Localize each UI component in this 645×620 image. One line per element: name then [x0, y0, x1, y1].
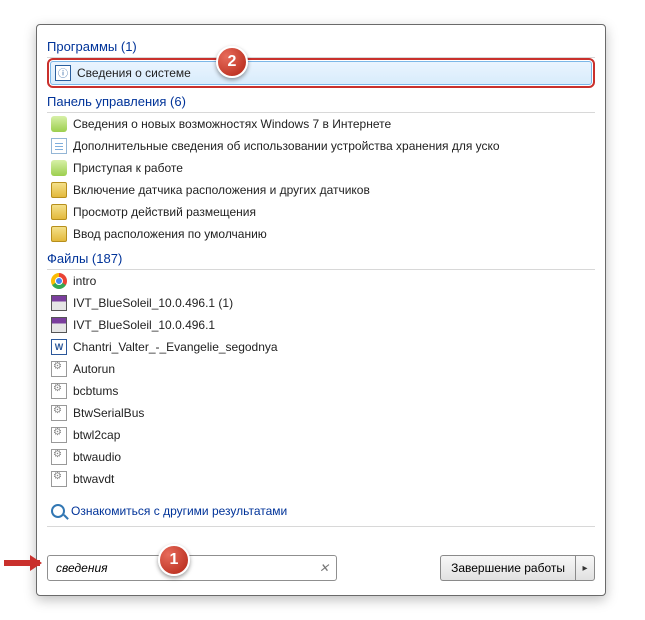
inf-file-icon: [51, 405, 67, 421]
control-panel-item[interactable]: Дополнительные сведения об использовании…: [47, 135, 595, 157]
file-item[interactable]: btwavdt: [47, 468, 595, 490]
item-label: Просмотр действий размещения: [73, 205, 256, 219]
item-label: intro: [73, 274, 96, 288]
file-item[interactable]: Autorun: [47, 358, 595, 380]
file-item[interactable]: bcbtums: [47, 380, 595, 402]
item-label: IVT_BlueSoleil_10.0.496.1 (1): [73, 296, 233, 310]
shutdown-button[interactable]: Завершение работы: [440, 555, 575, 581]
annotation-callout-1: 1: [158, 544, 190, 576]
divider: [47, 526, 595, 527]
inf-file-icon: [51, 471, 67, 487]
item-label: Приступая к работе: [73, 161, 183, 175]
item-label: bcbtums: [73, 384, 118, 398]
annotation-arrow-1: [4, 560, 40, 566]
section-count: 1: [125, 39, 132, 54]
callout-number: 1: [170, 551, 179, 569]
archive-icon: [51, 317, 67, 333]
inf-file-icon: [51, 449, 67, 465]
control-panel-item[interactable]: Приступая к работе: [47, 157, 595, 179]
inf-file-icon: [51, 361, 67, 377]
program-item-system-info[interactable]: Сведения о системе: [50, 61, 592, 85]
file-item[interactable]: IVT_BlueSoleil_10.0.496.1: [47, 314, 595, 336]
shutdown-options-arrow[interactable]: [575, 555, 595, 581]
section-count: 6: [174, 94, 181, 109]
file-item[interactable]: btwaudio: [47, 446, 595, 468]
item-label: Ввод расположения по умолчанию: [73, 227, 267, 241]
item-label: btwl2cap: [73, 428, 120, 442]
see-more-results-link[interactable]: Ознакомиться с другими результатами: [47, 500, 595, 522]
file-item[interactable]: W Chantri_Valter_-_Evangelie_segodnya: [47, 336, 595, 358]
shutdown-label: Завершение работы: [451, 561, 565, 575]
section-title: Панель управления: [47, 94, 166, 109]
control-panel-item[interactable]: Сведения о новых возможностях Windows 7 …: [47, 113, 595, 135]
help-icon: [51, 160, 67, 176]
sensor-icon: [51, 204, 67, 220]
start-menu-search-panel: Программы (1) Сведения о системе Панель …: [36, 24, 606, 596]
section-header-programs: Программы (1): [47, 37, 595, 58]
file-item[interactable]: IVT_BlueSoleil_10.0.496.1 (1): [47, 292, 595, 314]
control-panel-item[interactable]: Включение датчика расположения и других …: [47, 179, 595, 201]
search-box[interactable]: ✕: [47, 555, 337, 581]
word-doc-icon: W: [51, 339, 67, 355]
inf-file-icon: [51, 427, 67, 443]
item-label: Autorun: [73, 362, 115, 376]
bottom-bar: ✕ Завершение работы: [47, 551, 595, 585]
more-results-label: Ознакомиться с другими результатами: [71, 504, 287, 518]
archive-icon: [51, 295, 67, 311]
program-item-selected-wrap: Сведения о системе: [47, 58, 595, 88]
item-label: BtwSerialBus: [73, 406, 144, 420]
sensor-icon: [51, 226, 67, 242]
section-count: 187: [96, 251, 118, 266]
control-panel-item[interactable]: Ввод расположения по умолчанию: [47, 223, 595, 245]
shutdown-split-button: Завершение работы: [440, 555, 595, 581]
item-label: Включение датчика расположения и других …: [73, 183, 370, 197]
search-icon: [51, 504, 65, 518]
item-label: IVT_BlueSoleil_10.0.496.1: [73, 318, 215, 332]
item-label: Сведения о новых возможностях Windows 7 …: [73, 117, 391, 131]
help-icon: [51, 116, 67, 132]
control-panel-item[interactable]: Просмотр действий размещения: [47, 201, 595, 223]
file-item[interactable]: BtwSerialBus: [47, 402, 595, 424]
section-title: Файлы: [47, 251, 88, 266]
inf-file-icon: [51, 383, 67, 399]
item-label: btwaudio: [73, 450, 121, 464]
program-item-label: Сведения о системе: [77, 66, 191, 80]
section-title: Программы: [47, 39, 117, 54]
annotation-callout-2: 2: [216, 46, 248, 78]
clear-search-icon[interactable]: ✕: [316, 560, 332, 576]
callout-number: 2: [228, 53, 237, 71]
sensor-icon: [51, 182, 67, 198]
item-label: Дополнительные сведения об использовании…: [73, 139, 500, 153]
system-info-icon: [55, 65, 71, 81]
page-icon: [51, 138, 67, 154]
file-item[interactable]: btwl2cap: [47, 424, 595, 446]
section-header-files: Файлы (187): [47, 249, 595, 270]
item-label: btwavdt: [73, 472, 114, 486]
section-header-control-panel: Панель управления (6): [47, 92, 595, 113]
item-label: Chantri_Valter_-_Evangelie_segodnya: [73, 340, 278, 354]
chrome-icon: [51, 273, 67, 289]
file-item[interactable]: intro: [47, 270, 595, 292]
